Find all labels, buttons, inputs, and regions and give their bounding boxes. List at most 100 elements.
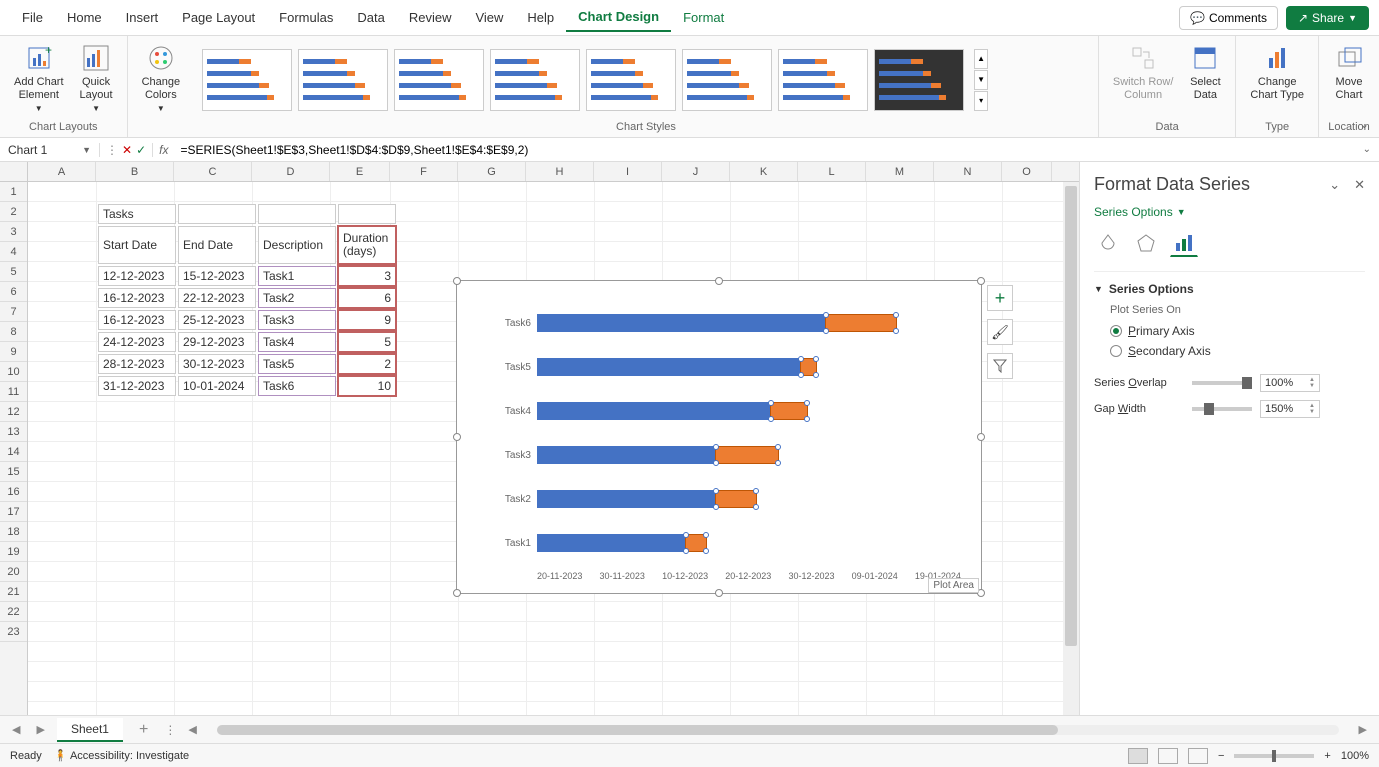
cell-d7[interactable]: Task4 xyxy=(258,332,336,352)
col-header-h[interactable]: H xyxy=(526,162,594,181)
chart-bar-series1[interactable] xyxy=(537,358,800,376)
chart-plot-area[interactable]: Task6Task5Task4Task3Task2Task1 xyxy=(497,301,961,553)
panel-sub-dropdown[interactable]: Series Options ▼ xyxy=(1094,205,1365,219)
tab-chart-design[interactable]: Chart Design xyxy=(566,3,671,32)
chart-bar-series1[interactable] xyxy=(537,534,685,552)
col-header-e[interactable]: E xyxy=(330,162,390,181)
series-selection-handle[interactable] xyxy=(683,532,689,538)
page-layout-view-button[interactable] xyxy=(1158,748,1178,764)
row-header-8[interactable]: 8 xyxy=(0,322,27,342)
cell-c6[interactable]: 25-12-2023 xyxy=(178,310,256,330)
chart-bar-series2[interactable] xyxy=(715,446,779,464)
cell-c3[interactable]: End Date xyxy=(178,226,256,264)
col-header-n[interactable]: N xyxy=(934,162,1002,181)
cell-e9[interactable]: 10 xyxy=(338,376,396,396)
close-icon[interactable]: ✕ xyxy=(1354,177,1365,193)
select-data-button[interactable]: Select Data xyxy=(1183,40,1227,104)
hscroll-right[interactable]: ▶ xyxy=(1355,723,1371,736)
tab-data[interactable]: Data xyxy=(345,4,396,31)
scroll-down-icon[interactable]: ▼ xyxy=(974,70,988,90)
chart-bar-series1[interactable] xyxy=(537,490,715,508)
horizontal-scrollbar[interactable] xyxy=(217,725,1339,735)
cell-e8[interactable]: 2 xyxy=(338,354,396,374)
chart-bar-series2[interactable] xyxy=(770,402,808,420)
sheet-nav-prev[interactable]: ◀ xyxy=(8,723,24,736)
col-header-a[interactable]: A xyxy=(28,162,96,181)
chart-style-5[interactable] xyxy=(586,49,676,111)
series-selection-handle[interactable] xyxy=(713,444,719,450)
col-header-b[interactable]: B xyxy=(96,162,174,181)
row-header-23[interactable]: 23 xyxy=(0,622,27,642)
series-overlap-input[interactable]: 100%▲▼ xyxy=(1260,374,1320,392)
data-table[interactable]: Tasks Start Date End Date Description Du… xyxy=(96,202,398,398)
zoom-in-button[interactable]: + xyxy=(1324,750,1330,762)
cell-d4[interactable]: Task1 xyxy=(258,266,336,286)
tab-insert[interactable]: Insert xyxy=(114,4,171,31)
col-header-d[interactable]: D xyxy=(252,162,330,181)
cell-b6[interactable]: 16-12-2023 xyxy=(98,310,176,330)
chart-bar-row[interactable]: Task5 xyxy=(497,345,961,389)
chart-resize-handle[interactable] xyxy=(977,433,985,441)
cell-d9[interactable]: Task6 xyxy=(258,376,336,396)
scroll-up-icon[interactable]: ▲ xyxy=(974,49,988,69)
row-header-6[interactable]: 6 xyxy=(0,282,27,302)
chart-bar-series1[interactable] xyxy=(537,446,715,464)
cell-c9[interactable]: 10-01-2024 xyxy=(178,376,256,396)
series-selection-handle[interactable] xyxy=(753,488,759,494)
series-selection-handle[interactable] xyxy=(813,356,819,362)
tab-view[interactable]: View xyxy=(463,4,515,31)
row-header-4[interactable]: 4 xyxy=(0,242,27,262)
comments-button[interactable]: 💬 Comments xyxy=(1179,6,1278,30)
chart-bar-series2[interactable] xyxy=(800,358,817,376)
row-header-7[interactable]: 7 xyxy=(0,302,27,322)
row-header-19[interactable]: 19 xyxy=(0,542,27,562)
series-selection-handle[interactable] xyxy=(775,444,781,450)
formula-input[interactable] xyxy=(174,143,1354,157)
chart-styles-scroll[interactable]: ▲▼▾ xyxy=(974,49,988,111)
tab-help[interactable]: Help xyxy=(515,4,566,31)
cell-b8[interactable]: 28-12-2023 xyxy=(98,354,176,374)
share-button[interactable]: ↗ Share ▼ xyxy=(1286,6,1369,30)
tab-review[interactable]: Review xyxy=(397,4,464,31)
cell-b4[interactable]: 12-12-2023 xyxy=(98,266,176,286)
formula-expand-button[interactable]: ⌄ xyxy=(1355,144,1379,155)
series-selection-handle[interactable] xyxy=(768,400,774,406)
cell-e6[interactable]: 9 xyxy=(338,310,396,330)
chart-bar-row[interactable]: Task1 xyxy=(497,521,961,565)
change-chart-type-button[interactable]: Change Chart Type xyxy=(1244,40,1310,104)
chart-resize-handle[interactable] xyxy=(977,277,985,285)
fx-icon[interactable]: fx xyxy=(153,143,174,157)
grid[interactable]: Tasks Start Date End Date Description Du… xyxy=(28,182,1079,715)
row-header-18[interactable]: 18 xyxy=(0,522,27,542)
tab-home[interactable]: Home xyxy=(55,4,114,31)
row-header-17[interactable]: 17 xyxy=(0,502,27,522)
effects-tab[interactable] xyxy=(1132,229,1160,257)
series-selection-handle[interactable] xyxy=(775,460,781,466)
chart-resize-handle[interactable] xyxy=(715,277,723,285)
primary-axis-radio[interactable]: Primary Axis xyxy=(1110,324,1365,338)
sheet-nav-next[interactable]: ▶ xyxy=(32,723,48,736)
name-box[interactable]: Chart 1 ▼ xyxy=(0,143,100,157)
cell-e4[interactable]: 3 xyxy=(338,266,396,286)
vertical-scrollbar[interactable] xyxy=(1063,182,1079,715)
chart-filters-button[interactable] xyxy=(987,353,1013,379)
series-overlap-slider[interactable] xyxy=(1192,381,1252,385)
row-header-2[interactable]: 2 xyxy=(0,202,27,222)
cell-c5[interactable]: 22-12-2023 xyxy=(178,288,256,308)
cell-d8[interactable]: Task5 xyxy=(258,354,336,374)
series-selection-handle[interactable] xyxy=(753,504,759,510)
chart-resize-handle[interactable] xyxy=(453,589,461,597)
col-header-j[interactable]: J xyxy=(662,162,730,181)
row-header-16[interactable]: 16 xyxy=(0,482,27,502)
series-selection-handle[interactable] xyxy=(893,328,899,334)
secondary-axis-radio[interactable]: Secondary Axis xyxy=(1110,344,1365,358)
move-chart-button[interactable]: Move Chart xyxy=(1327,40,1371,104)
cell-d5[interactable]: Task2 xyxy=(258,288,336,308)
cell-e7[interactable]: 5 xyxy=(338,332,396,352)
col-header-i[interactable]: I xyxy=(594,162,662,181)
row-header-21[interactable]: 21 xyxy=(0,582,27,602)
tab-formulas[interactable]: Formulas xyxy=(267,4,345,31)
scroll-more-icon[interactable]: ▾ xyxy=(974,91,988,111)
series-selection-handle[interactable] xyxy=(804,416,810,422)
row-header-9[interactable]: 9 xyxy=(0,342,27,362)
